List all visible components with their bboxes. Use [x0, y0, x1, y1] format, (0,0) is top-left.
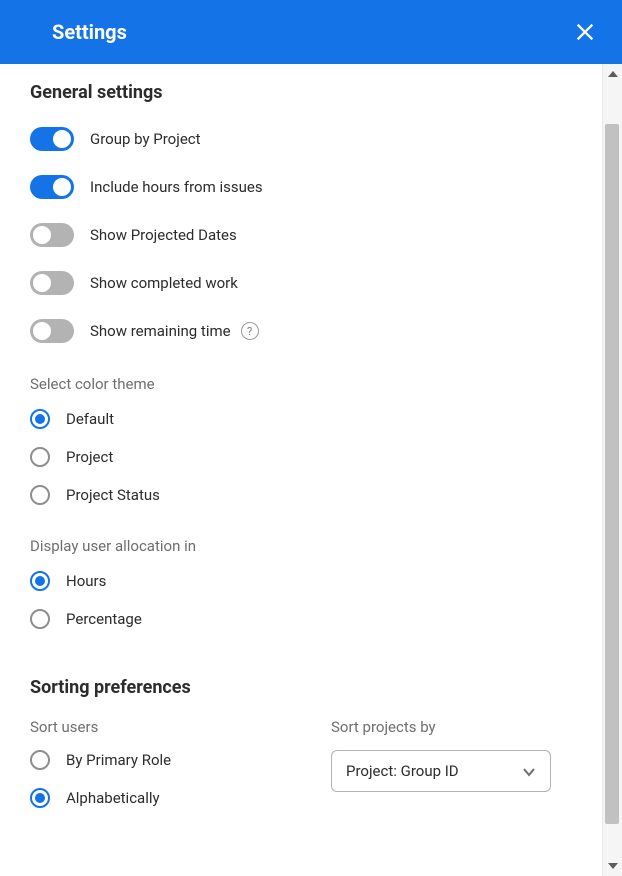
toggle-group-by-project: Group by Project	[30, 127, 572, 151]
toggle-label: Group by Project	[90, 130, 201, 148]
allocation-label: Display user allocation in	[30, 537, 572, 555]
settings-title: Settings	[52, 20, 127, 44]
radio-color-project[interactable]: Project	[30, 447, 572, 467]
arrow-down-icon	[608, 863, 618, 869]
toggle-switch[interactable]	[30, 271, 74, 295]
sort-projects-column: Sort projects by Project: Group ID	[331, 718, 572, 826]
sorting-preferences-title: Sorting preferences	[30, 677, 572, 698]
color-theme-label: Select color theme	[30, 375, 572, 393]
toggle-show-projected-dates: Show Projected Dates	[30, 223, 572, 247]
scrollbar-up-button[interactable]	[603, 64, 622, 84]
radio-label: Hours	[66, 572, 106, 590]
radio-label: Default	[66, 410, 114, 428]
toggle-knob	[33, 274, 51, 292]
scrollbar-down-button[interactable]	[603, 856, 622, 876]
scrollbar[interactable]	[602, 64, 622, 876]
sort-columns: Sort users By Primary Role Alphabeticall…	[30, 718, 572, 826]
radio-button	[30, 485, 50, 505]
radio-dot	[35, 793, 45, 803]
radio-button	[30, 609, 50, 629]
radio-button	[30, 750, 50, 770]
arrow-up-icon	[608, 71, 618, 77]
radio-button	[30, 447, 50, 467]
toggle-knob	[53, 178, 71, 196]
radio-color-default[interactable]: Default	[30, 409, 572, 429]
help-icon[interactable]: ?	[241, 322, 259, 340]
toggle-switch[interactable]	[30, 127, 74, 151]
toggle-switch[interactable]	[30, 223, 74, 247]
toggle-knob	[53, 130, 71, 148]
radio-label: By Primary Role	[66, 751, 171, 769]
toggle-switch[interactable]	[30, 319, 74, 343]
radio-label: Project Status	[66, 486, 160, 504]
radio-allocation-percentage[interactable]: Percentage	[30, 609, 572, 629]
radio-dot	[35, 576, 45, 586]
toggle-show-completed-work: Show completed work	[30, 271, 572, 295]
settings-content: General settings Group by Project Includ…	[0, 64, 602, 866]
radio-button	[30, 788, 50, 808]
radio-button	[30, 409, 50, 429]
sort-users-label: Sort users	[30, 718, 271, 736]
radio-allocation-hours[interactable]: Hours	[30, 571, 572, 591]
toggle-label: Include hours from issues	[90, 178, 263, 196]
scrollbar-thumb[interactable]	[605, 124, 619, 824]
toggle-knob	[33, 226, 51, 244]
radio-dot	[35, 414, 45, 424]
toggle-label: Show completed work	[90, 274, 238, 292]
toggle-show-remaining-time: Show remaining time ?	[30, 319, 572, 343]
radio-color-project-status[interactable]: Project Status	[30, 485, 572, 505]
sort-users-column: Sort users By Primary Role Alphabeticall…	[30, 718, 271, 826]
settings-header: Settings	[0, 0, 622, 64]
radio-label: Alphabetically	[66, 789, 160, 807]
radio-label: Percentage	[66, 610, 142, 628]
chevron-down-icon	[522, 764, 536, 778]
toggle-label: Show remaining time	[90, 322, 231, 340]
radio-button	[30, 571, 50, 591]
scroll-container: General settings Group by Project Includ…	[0, 64, 622, 876]
close-icon[interactable]	[574, 21, 596, 43]
select-value: Project: Group ID	[346, 762, 459, 780]
toggle-switch[interactable]	[30, 175, 74, 199]
general-settings-title: General settings	[30, 82, 572, 103]
sort-projects-label: Sort projects by	[331, 718, 572, 736]
toggle-knob	[33, 322, 51, 340]
toggle-include-hours-issues: Include hours from issues	[30, 175, 572, 199]
toggle-label: Show Projected Dates	[90, 226, 237, 244]
radio-sort-primary-role[interactable]: By Primary Role	[30, 750, 271, 770]
radio-sort-alphabetically[interactable]: Alphabetically	[30, 788, 271, 808]
sort-projects-select[interactable]: Project: Group ID	[331, 750, 551, 792]
radio-label: Project	[66, 448, 113, 466]
